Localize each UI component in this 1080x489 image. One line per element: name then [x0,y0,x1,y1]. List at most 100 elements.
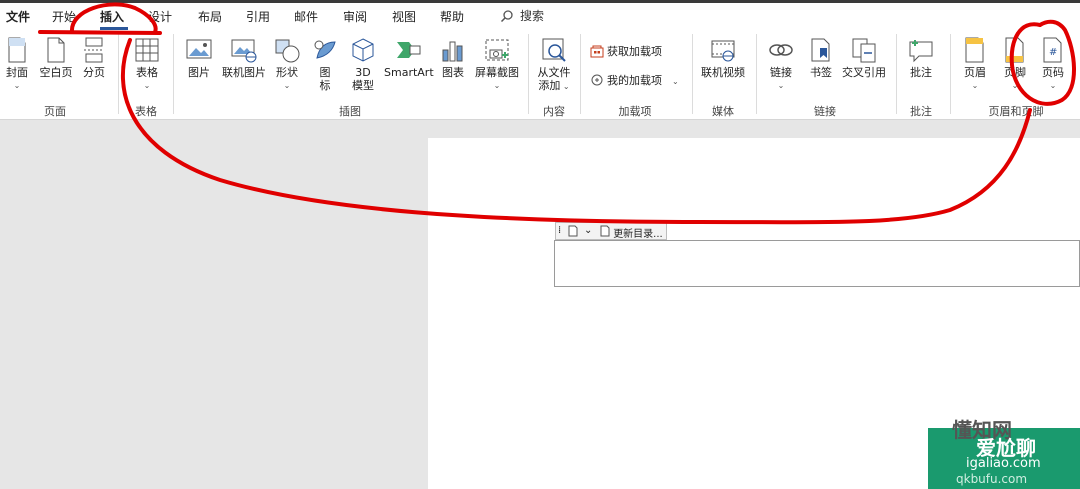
icons-button[interactable]: 图 标 [310,36,340,92]
link-button[interactable]: 链接 ⌄ [766,36,796,92]
chevron-down-icon: ⌄ [971,81,979,90]
update-toc-button[interactable]: 更新目录... [600,225,663,240]
get-addins-button[interactable]: 获取加载项 [590,43,662,59]
group-label-addins: 加载项 [618,105,652,118]
picture-label: 图片 [188,66,210,79]
group-label-illustrations: 插图 [339,105,361,118]
3d-models-button[interactable]: 3D 模型 [348,36,378,92]
group-separator [173,34,174,114]
icons-icon [314,40,336,59]
cross-reference-icon [852,38,876,63]
group-label-table: 表格 [135,105,157,118]
comment-button[interactable]: 批注 [906,36,936,79]
chevron-down-icon: ⌄ [560,82,570,91]
watermark-text: igaliao.com [966,456,1041,471]
toc-document-icon[interactable] [568,225,578,240]
page-number-icon: # [1043,37,1062,63]
screenshot-button[interactable]: 屏幕截图 ⌄ [472,36,522,92]
addin-icon [591,74,603,86]
smartart-button[interactable]: SmartArt [384,36,434,79]
cross-reference-button[interactable]: 交叉引用 [840,36,888,79]
chart-label: 图表 [442,66,464,79]
svg-text:#: # [1049,47,1057,58]
page-break-icon [84,37,104,63]
add-from-file-icon [542,38,566,62]
group-separator [580,34,581,114]
page-number-label: 页码 [1042,66,1064,79]
table-label: 表格 [136,66,158,79]
group-label-content: 内容 [543,105,565,118]
page-number-button[interactable]: # 页码 ⌄ [1038,36,1068,92]
chevron-down-icon: ⌄ [13,81,21,90]
group-label-links: 链接 [814,105,836,118]
page-break-label: 分页 [83,66,105,79]
group-separator [692,34,693,114]
group-separator [528,34,529,114]
tab-help[interactable]: 帮助 [440,8,464,25]
tab-references[interactable]: 引用 [246,8,270,25]
my-addins-button[interactable]: 我的加载项 ⌄ [590,72,679,88]
comment-icon [909,40,933,63]
table-icon [135,38,159,62]
chevron-down-icon[interactable]: ⌄ [584,225,592,236]
watermark-logo: 懂知网 爱尬聊 igaliao.com qkbufu.com [928,418,1080,489]
link-label: 链接 [770,66,792,79]
drag-handle-icon[interactable]: ⁞ [558,225,561,236]
link-icon [769,44,793,56]
chevron-down-icon: ⌄ [1011,81,1019,90]
group-label-header-footer: 页眉和页脚 [988,105,1044,118]
3d-models-label-1: 3D [355,66,371,79]
bookmark-label: 书签 [810,66,832,79]
group-separator [896,34,897,114]
screenshot-label: 屏幕截图 [475,66,519,79]
cover-page-label: 封面 [6,66,28,79]
add-from-file-label-2: 添加 [538,79,561,92]
tab-layout[interactable]: 布局 [198,8,222,25]
search-box[interactable]: 搜索 [500,7,544,24]
tab-design[interactable]: 设计 [148,8,172,25]
picture-button[interactable]: 图片 [184,36,214,79]
smartart-icon [397,42,421,58]
online-video-button[interactable]: 联机视频 [698,36,748,79]
bookmark-icon [811,38,830,62]
header-button[interactable]: 页眉 ⌄ [960,36,990,92]
toc-content-control-toolbar[interactable]: ⁞ ⌄ 更新目录... [555,222,667,240]
shapes-button[interactable]: 形状 ⌄ [272,36,302,92]
group-label-page: 页面 [44,105,66,118]
chart-button[interactable]: 图表 [438,36,468,79]
video-icon [711,40,735,62]
tab-file[interactable]: 文件 [6,8,30,25]
blank-page-icon [47,37,65,63]
header-label: 页眉 [964,66,986,79]
tab-view[interactable]: 视图 [392,8,416,25]
bookmark-button[interactable]: 书签 [806,36,836,79]
tab-home[interactable]: 开始 [52,8,76,25]
page-break-button[interactable]: 分页 [80,36,108,79]
ribbon-insert: 封面 ⌄ 空白页 分页 页面 表格 ⌄ 表格 图片 联机图片 形状 ⌄ 图 标 … [0,30,1080,120]
tab-review[interactable]: 审阅 [343,8,367,25]
tab-insert[interactable]: 插入 [100,8,124,25]
icons-label-2: 标 [319,79,331,92]
blank-page-label: 空白页 [39,66,73,79]
store-icon [590,45,604,58]
add-from-file-button[interactable]: 从文件 添加 ⌄ [534,36,574,93]
shapes-label: 形状 [276,66,298,79]
table-button[interactable]: 表格 ⌄ [132,36,162,92]
watermark-text: qkbufu.com [956,472,1028,486]
cross-reference-label: 交叉引用 [842,66,886,79]
cube-icon [352,38,374,62]
footer-button[interactable]: 页脚 ⌄ [1000,36,1030,92]
online-picture-label: 联机图片 [222,66,266,79]
blank-page-button[interactable]: 空白页 [36,36,76,79]
add-from-file-label-1: 从文件 [537,66,571,79]
online-picture-button[interactable]: 联机图片 [220,36,268,79]
chevron-down-icon: ⌄ [283,81,291,90]
online-video-label: 联机视频 [701,66,745,79]
update-toc-icon [600,225,610,237]
icons-label-1: 图 [319,66,331,79]
toc-content-control[interactable] [554,240,1080,287]
3d-models-label-2: 模型 [352,79,374,92]
update-toc-label: 更新目录... [613,229,663,240]
tab-mailings[interactable]: 邮件 [294,8,318,25]
cover-page-button[interactable]: 封面 ⌄ [4,36,30,92]
